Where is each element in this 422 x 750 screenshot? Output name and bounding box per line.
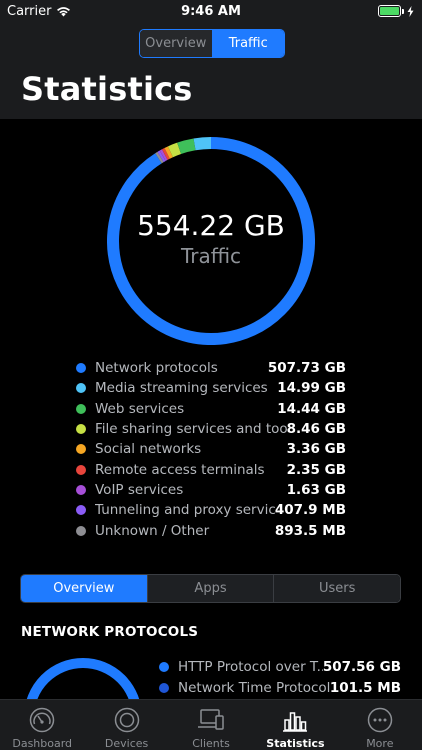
ellipsis-icon — [367, 707, 393, 732]
tab-more[interactable]: More — [338, 700, 422, 750]
legend-item: Web services 14.44 GB — [76, 399, 346, 419]
legend-value: 14.99 GB — [277, 380, 346, 397]
tab-label: Devices — [104, 737, 149, 750]
speedometer-icon — [29, 707, 55, 732]
legend-value: 2.35 GB — [286, 461, 346, 478]
list-item[interactable]: Network Time Protocol 101.5 MB — [159, 677, 401, 698]
donut-slice — [155, 151, 164, 164]
legend-color-dot — [76, 484, 86, 495]
tab-bar: Dashboard Devices Clients Statistics Mor… — [0, 699, 422, 750]
legend-value: 8.46 GB — [286, 421, 346, 438]
traffic-legend: Network protocols 507.73 GB Media streamin… — [76, 358, 346, 541]
legend-label: VoIP services — [95, 481, 184, 498]
tab-label: Statistics — [266, 737, 325, 750]
legend-label: Network protocols — [95, 360, 218, 377]
donut-slice — [177, 138, 196, 155]
tab-label: More — [366, 737, 394, 750]
charging-bolt-icon — [407, 5, 414, 17]
legend-label: Unknown / Other — [95, 522, 210, 539]
status-time: 9:46 AM — [181, 4, 241, 19]
legend-item: VoIP services 1.63 GB — [76, 480, 346, 500]
legend-item: Tunneling and proxy services 407.9 MB — [76, 500, 346, 520]
tab-devices[interactable]: Devices — [84, 700, 168, 750]
legend-color-dot — [76, 525, 86, 536]
traffic-total: 554.22 GB — [137, 209, 285, 242]
legend-value: 893.5 MB — [274, 522, 346, 539]
donut-slice — [157, 150, 166, 163]
traffic-label: Traffic — [180, 244, 242, 268]
status-bar: Carrier 9:46 AM — [0, 0, 422, 24]
segment-apps[interactable]: Apps — [146, 575, 274, 602]
legend-item: Network protocols 507.73 GB — [76, 358, 346, 378]
legend-item: Social networks 3.36 GB — [76, 439, 346, 459]
legend-color-dot — [76, 403, 86, 414]
legend-item: Remote access terminals 2.35 GB — [76, 459, 346, 479]
legend-label: Media streaming services — [95, 380, 268, 397]
legend-item: Unknown / Other 893.5 MB — [76, 520, 346, 540]
page-title: Statistics — [21, 70, 193, 108]
legend-value: 507.73 GB — [267, 360, 346, 377]
target-icon — [114, 707, 139, 732]
protocol-color-dot — [159, 661, 169, 672]
list-item[interactable]: HTTP Protocol over T... 507.56 GB — [159, 656, 401, 677]
protocol-value: 507.56 GB — [322, 658, 401, 675]
legend-color-dot — [76, 444, 86, 455]
legend-color-dot — [76, 363, 86, 374]
protocol-label: Network Time Protocol — [178, 679, 330, 696]
legend-label: Tunneling and proxy services — [95, 502, 275, 519]
legend-color-dot — [76, 383, 86, 394]
legend-item: File sharing services and tools 8.46 GB — [76, 419, 346, 439]
legend-label: Remote access terminals — [95, 461, 265, 478]
donut-slice — [193, 137, 212, 151]
section-title: NETWORK PROTOCOLS — [21, 624, 199, 640]
donut-slice — [164, 146, 173, 159]
tab-label: Clients — [192, 737, 230, 750]
legend-label: Social networks — [95, 441, 202, 458]
tab-statistics[interactable]: Statistics — [253, 700, 337, 750]
battery-icon — [378, 5, 414, 17]
tab-clients[interactable]: Clients — [169, 700, 253, 750]
legend-color-dot — [76, 464, 86, 475]
legend-label: Web services — [95, 400, 185, 417]
protocol-color-dot — [159, 682, 169, 693]
protocol-value: 101.5 MB — [329, 679, 401, 696]
view-segmented-control: Overview Traffic — [139, 29, 285, 58]
legend-value: 1.63 GB — [286, 481, 346, 498]
segment-traffic[interactable]: Traffic — [211, 30, 284, 57]
segment-overview[interactable]: Overview — [140, 30, 212, 57]
legend-color-dot — [76, 505, 86, 516]
legend-value: 407.9 MB — [274, 502, 346, 519]
legend-label: File sharing services and tools — [95, 421, 287, 438]
donut-slice — [159, 149, 168, 161]
traffic-donut-chart: 554.22 GB Traffic — [107, 137, 315, 345]
legend-item: Media streaming services 14.99 GB — [76, 378, 346, 398]
segment-overview-breakdown[interactable]: Overview — [21, 575, 147, 602]
donut-slice — [161, 148, 170, 160]
legend-value: 3.36 GB — [286, 441, 346, 458]
bar-chart-icon — [283, 711, 308, 732]
legend-color-dot — [76, 424, 86, 435]
tab-dashboard[interactable]: Dashboard — [0, 700, 84, 750]
tab-label: Dashboard — [12, 737, 73, 750]
segment-users[interactable]: Users — [273, 575, 400, 602]
protocol-label: HTTP Protocol over T... — [178, 658, 323, 675]
devices-icon — [198, 708, 224, 730]
donut-slice — [167, 142, 182, 158]
legend-value: 14.44 GB — [277, 400, 346, 417]
network-protocols-list: HTTP Protocol over T... 507.56 GB Networ… — [159, 656, 401, 698]
breakdown-segmented-control: Overview Apps Users — [20, 574, 401, 603]
